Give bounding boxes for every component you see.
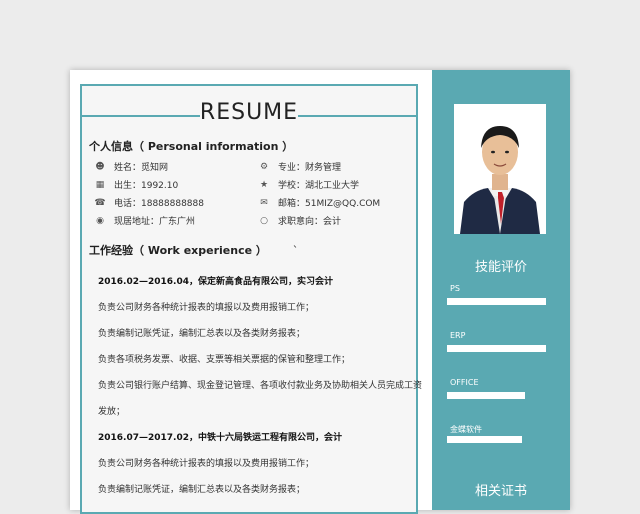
- calendar-icon: ▦: [95, 179, 105, 190]
- info-school-text: 学校：湖北工业大学: [278, 181, 360, 191]
- certificates-heading: 相关证书: [474, 484, 527, 499]
- info-birth-text: 出生：1992.10: [114, 181, 179, 191]
- job-1-line-3: 负责各项税务发票、收据、支票等相关票据的保管和整理工作；: [98, 355, 351, 365]
- skill-office-bar: [447, 392, 525, 399]
- user-icon: ☻: [95, 161, 105, 172]
- skill-kingdee-bar: [447, 436, 522, 443]
- mail-icon: ✉: [260, 197, 268, 208]
- info-phone-text: 电话：18888888888: [114, 199, 204, 209]
- info-major: ⚙ 专业：财务管理: [258, 160, 342, 174]
- info-birth: ▦ 出生：1992.10: [94, 178, 179, 192]
- skills-heading: 技能评价: [474, 260, 527, 275]
- title-divider-right: [298, 115, 416, 117]
- resume-sidebar: 技能评价 PS ERP OFFICE 金蝶软件 相关证书: [432, 70, 570, 510]
- job-1-header: 2016.02—2016.04，保定新高食品有限公司，实习会计: [98, 277, 333, 287]
- job-1-line-4: 负责公司银行账户结算、现金登记管理、各项收付款业务及协助相关人员完成工资: [98, 381, 423, 391]
- skill-office-label: OFFICE: [450, 378, 479, 387]
- job-1-line-1: 负责公司财务各种统计报表的填报以及费用报销工作；: [98, 303, 315, 313]
- info-name-text: 姓名：觅知网: [114, 163, 169, 173]
- info-objective: ○ 求职意向：会计: [258, 214, 342, 228]
- work-experience-heading: 工作经验（ Work experience ） `: [89, 242, 298, 258]
- resume-title: RESUME: [199, 100, 299, 125]
- job-2-header: 2016.07—2017.02，中铁十六局铁运工程有限公司，会计: [98, 433, 342, 443]
- profile-photo: [454, 104, 546, 234]
- resume-page: RESUME 个人信息（ Personal information ） ☻ 姓名…: [70, 70, 570, 514]
- major-icon: ⚙: [259, 161, 269, 172]
- info-email-text: 邮箱：51MIZ@QQ.COM: [278, 199, 381, 209]
- info-major-text: 专业：财务管理: [278, 163, 342, 173]
- info-name: ☻ 姓名：觅知网: [94, 160, 169, 174]
- personal-info-heading: 个人信息（ Personal information ）: [89, 140, 294, 153]
- info-phone: ☎ 电话：18888888888: [94, 196, 204, 210]
- chat-icon: ○: [260, 215, 268, 226]
- skill-kingdee-label: 金蝶软件: [450, 425, 482, 434]
- skill-ps-bar: [447, 298, 546, 305]
- job-2-line-2: 负责编制记账凭证，编制汇总表以及各类财务报表；: [98, 485, 306, 495]
- skill-ps-label: PS: [450, 284, 460, 293]
- phone-icon: ☎: [94, 197, 106, 208]
- location-icon: ◉: [96, 215, 104, 226]
- resume-main-panel: RESUME 个人信息（ Personal information ） ☻ 姓名…: [80, 84, 422, 514]
- skill-erp-label: ERP: [450, 331, 466, 340]
- school-icon: ★: [259, 179, 269, 190]
- job-1-line-5: 发放；: [98, 407, 126, 417]
- title-row: RESUME: [82, 100, 416, 132]
- info-school: ★ 学校：湖北工业大学: [258, 178, 360, 192]
- skill-erp-bar: [447, 345, 546, 352]
- info-address-text: 现居地址：广东广州: [114, 217, 196, 227]
- work-experience-heading-text: 工作经验（ Work experience ）: [89, 244, 267, 257]
- info-objective-text: 求职意向：会计: [278, 217, 342, 227]
- info-email: ✉ 邮箱：51MIZ@QQ.COM: [258, 196, 381, 210]
- work-tick-mark: `: [292, 244, 299, 257]
- job-1-line-2: 负责编制记账凭证，编制汇总表以及各类财务报表；: [98, 329, 306, 339]
- job-2-line-1: 负责公司财务各种统计报表的填报以及费用报销工作；: [98, 459, 315, 469]
- info-address: ◉ 现居地址：广东广州: [94, 214, 196, 228]
